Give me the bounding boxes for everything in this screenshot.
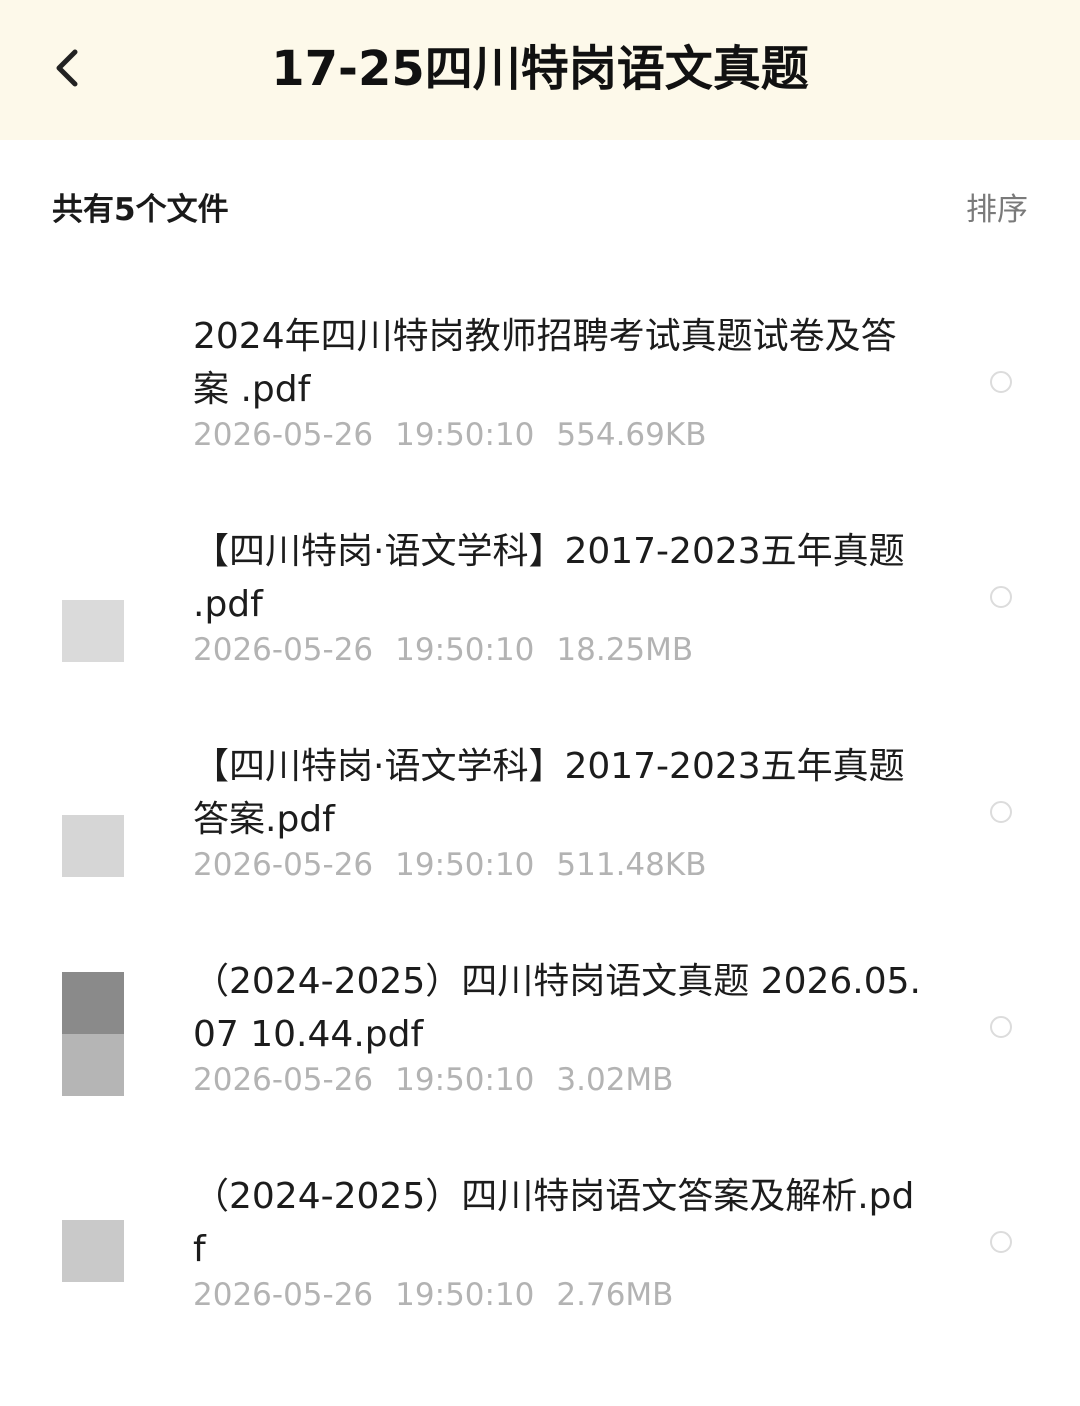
file-thumbnail [62, 815, 124, 877]
file-thumbnail [62, 600, 124, 662]
file-item[interactable]: 【四川特岗·语文学科】2017-2023五年真题答案.pdf 2026-05-2… [0, 720, 1080, 935]
file-item[interactable]: （2024-2025）四川特岗语文答案及解析.pdf 2026-05-26 19:… [0, 1150, 1080, 1365]
file-date: 2026-05-26 [193, 1277, 374, 1313]
file-time: 19:50:10 [395, 1277, 535, 1313]
file-count-label: 共有5个文件 [52, 192, 229, 228]
file-name: 【四川特岗·语文学科】2017-2023五年真题 .pdf [193, 531, 905, 625]
file-date: 2026-05-26 [193, 1062, 374, 1098]
file-date: 2026-05-26 [193, 417, 374, 453]
file-name: 【四川特岗·语文学科】2017-2023五年真题答案.pdf [193, 746, 905, 840]
back-button[interactable] [40, 40, 96, 96]
sort-button[interactable]: 排序 [966, 190, 1028, 230]
select-radio[interactable] [990, 1231, 1012, 1253]
file-time: 19:50:10 [395, 1062, 535, 1098]
file-meta: 2026-05-26 19:50:10 554.69KB [193, 414, 728, 456]
file-list: 2024年四川特岗教师招聘考试真题试卷及答案 .pdf 2026-05-26 19… [0, 290, 1080, 1365]
file-name: （2024-2025）四川特岗语文真题 2026.05.07 10.44.pdf [193, 961, 921, 1055]
page-title: 17-25四川特岗语文真题 [271, 41, 809, 97]
file-meta: 2026-05-26 19:50:10 18.25MB [193, 629, 715, 671]
file-name: （2024-2025）四川特岗语文答案及解析.pdf [193, 1176, 915, 1270]
file-time: 19:50:10 [395, 632, 535, 668]
file-meta: 2026-05-26 19:50:10 511.48KB [193, 844, 728, 886]
file-meta: 2026-05-26 19:50:10 2.76MB [193, 1274, 695, 1316]
file-item[interactable]: 2024年四川特岗教师招聘考试真题试卷及答案 .pdf 2026-05-26 19… [0, 290, 1080, 505]
file-size: 511.48KB [556, 847, 707, 883]
file-time: 19:50:10 [395, 417, 535, 453]
file-thumbnail [62, 1220, 124, 1282]
file-name: 2024年四川特岗教师招聘考试真题试卷及答案 .pdf [193, 316, 897, 410]
file-date: 2026-05-26 [193, 847, 374, 883]
summary-bar: 共有5个文件 排序 [0, 180, 1080, 240]
file-size: 554.69KB [556, 417, 707, 453]
file-meta: 2026-05-26 19:50:10 3.02MB [193, 1059, 695, 1101]
file-date: 2026-05-26 [193, 632, 374, 668]
file-item[interactable]: 【四川特岗·语文学科】2017-2023五年真题 .pdf 2026-05-26… [0, 505, 1080, 720]
select-radio[interactable] [990, 801, 1012, 823]
file-thumbnail [62, 972, 124, 1096]
app-header: 17-25四川特岗语文真题 [0, 0, 1080, 140]
file-size: 3.02MB [556, 1062, 674, 1098]
select-radio[interactable] [990, 586, 1012, 608]
file-size: 18.25MB [556, 632, 694, 668]
file-time: 19:50:10 [395, 847, 535, 883]
chevron-left-icon [56, 49, 78, 87]
select-radio[interactable] [990, 1016, 1012, 1038]
file-size: 2.76MB [556, 1277, 674, 1313]
select-radio[interactable] [990, 371, 1012, 393]
file-item[interactable]: （2024-2025）四川特岗语文真题 2026.05.07 10.44.pdf… [0, 935, 1080, 1150]
